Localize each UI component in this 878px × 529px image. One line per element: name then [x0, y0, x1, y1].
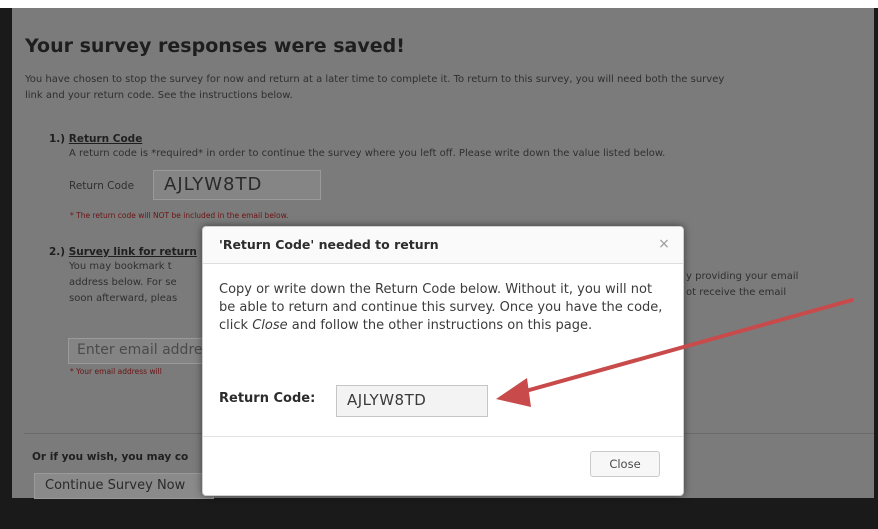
email-note: * Your email address will [70, 367, 162, 376]
close-icon[interactable]: × [655, 235, 673, 253]
dialog-footer-divider [203, 436, 683, 437]
section2-line1: You may bookmark t [69, 261, 172, 272]
return-code-label: Return Code [69, 180, 135, 192]
dialog-title: 'Return Code' needed to return [219, 237, 439, 252]
or-continue-text: Or if you wish, you may co [32, 451, 189, 463]
return-code-note: * The return code will NOT be included i… [70, 211, 289, 220]
dialog-close-button[interactable]: Close [590, 451, 660, 477]
intro-text: You have chosen to stop the survey for n… [25, 74, 725, 101]
section2-line3: soon afterward, pleas [69, 293, 178, 304]
section2-line2-right: ot receive the email [686, 287, 787, 298]
section1-description: A return code is *required* in order to … [69, 148, 666, 159]
dialog-message: Copy or write down the Return Code below… [219, 282, 663, 333]
section1-heading: 1.) Return Code [49, 133, 143, 145]
section2-line2: address below. For se [69, 277, 177, 288]
email-input[interactable]: Enter email addre [68, 338, 208, 364]
section2-line1-right: y providing your email [686, 271, 799, 282]
page-title: Your survey responses were saved! [25, 35, 405, 57]
top-strip [0, 0, 878, 8]
return-code-dialog: 'Return Code' needed to return × Copy or… [202, 226, 684, 496]
dialog-return-code-label: Return Code: [219, 391, 316, 406]
continue-survey-button[interactable]: Continue Survey Now [34, 473, 214, 499]
dialog-return-code-field[interactable]: AJLYW8TD [336, 385, 488, 417]
return-code-field[interactable]: AJLYW8TD [153, 170, 321, 200]
dialog-header: 'Return Code' needed to return × [203, 227, 683, 264]
section2-heading: 2.) Survey link for return [49, 246, 197, 258]
